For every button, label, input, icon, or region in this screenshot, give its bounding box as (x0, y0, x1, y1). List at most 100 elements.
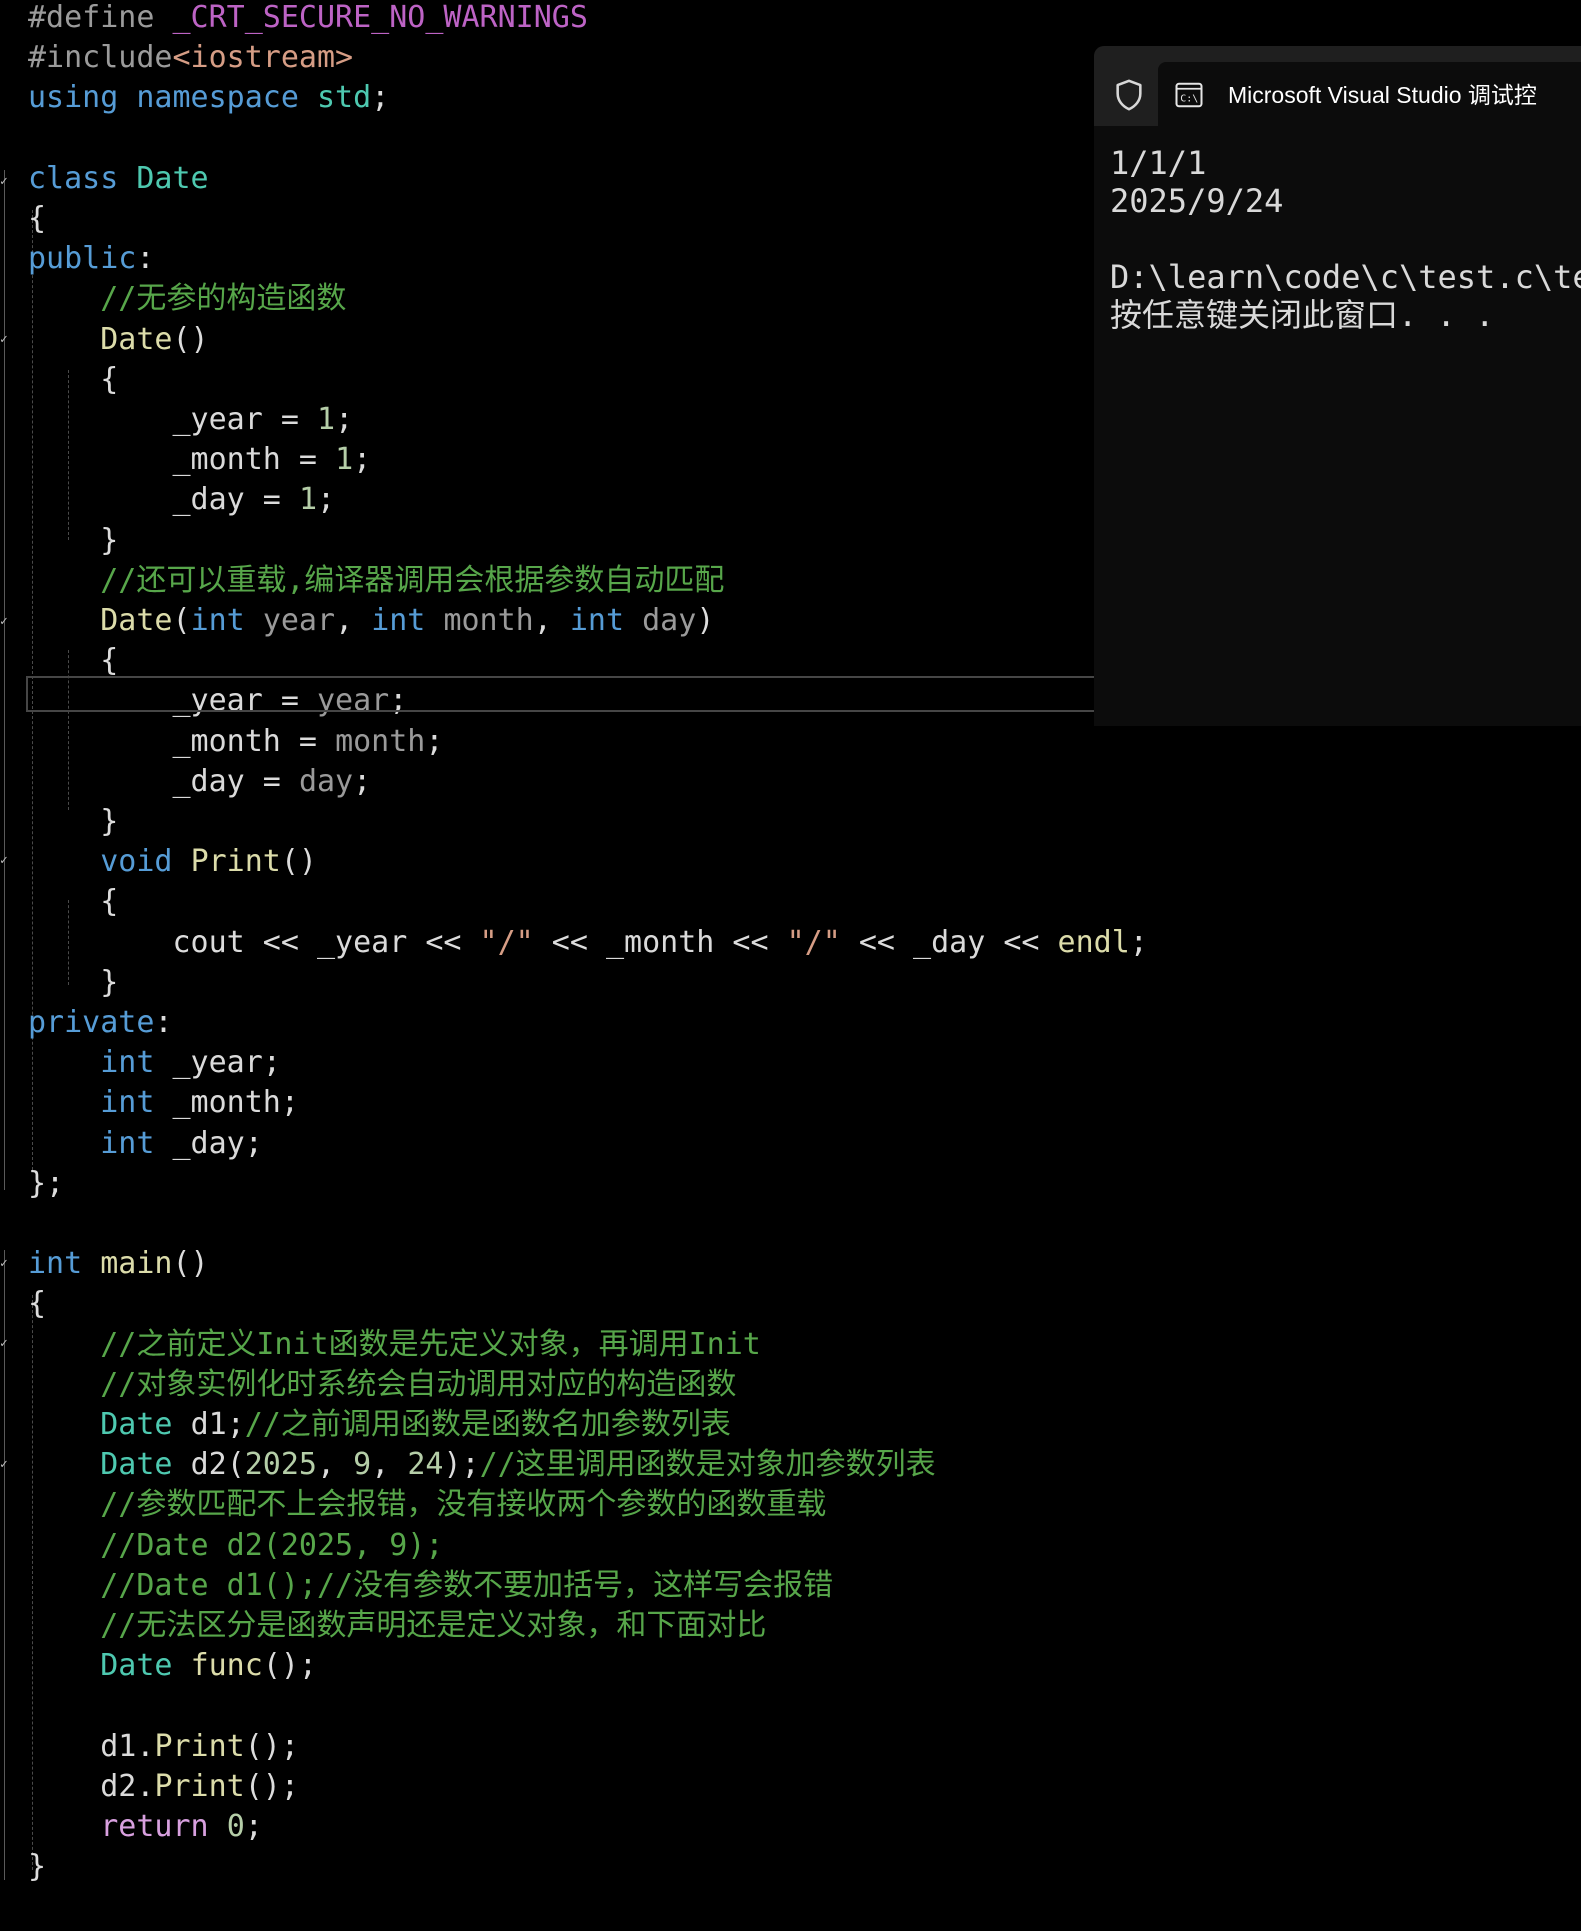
code-token: int (100, 1045, 173, 1081)
code-token: int (371, 603, 444, 638)
code-token: //参数匹配不上会报错，没有接收两个参数的函数重载 (28, 1487, 827, 1523)
code-line[interactable]: return 0; (28, 1807, 263, 1847)
fold-marker-icon[interactable]: ✓ (0, 854, 8, 868)
code-token: ; (1129, 924, 1148, 960)
code-line[interactable]: d2.Print(); (28, 1767, 299, 1807)
code-token: _month (172, 723, 281, 759)
code-line[interactable]: Date d2(2025, 9, 24);//这里调用函数是对象加参数列表 (28, 1445, 936, 1485)
code-line[interactable]: //还可以重载,编译器调用会根据参数自动匹配 (28, 561, 724, 601)
code-token: //这里调用函数是对象加参数列表 (479, 1447, 936, 1483)
console-output-line: 1/1/1 (1110, 144, 1207, 182)
code-token: d1 (190, 1407, 227, 1442)
code-line[interactable]: d1.Print(); (28, 1727, 299, 1767)
code-token: using (28, 80, 137, 116)
code-line[interactable]: //之前定义Init函数是先定义对象，再调用Init (28, 1325, 761, 1365)
code-line[interactable]: { (28, 360, 118, 400)
code-token: } (28, 964, 119, 1000)
code-token: _year (172, 402, 263, 437)
code-token: ; (335, 402, 354, 437)
code-token: = (244, 763, 299, 799)
code-line[interactable]: Date(int year, int month, int day) (28, 601, 714, 641)
code-line[interactable]: Date() (28, 320, 208, 360)
code-token: (); (244, 1728, 299, 1764)
code-token: ( (226, 1447, 245, 1483)
code-line[interactable]: _day = 1; (28, 480, 336, 520)
code-line[interactable]: _day = day; (28, 762, 372, 802)
code-token: _month (605, 924, 715, 960)
code-token: (); (262, 1648, 317, 1684)
code-token: int (569, 603, 643, 638)
console-titlebar[interactable]: C:\ Microsoft Visual Studio 调试控 (1094, 46, 1581, 126)
code-line[interactable]: //对象实例化时系统会自动调用对应的构造函数 (28, 1365, 736, 1405)
code-line[interactable]: #include<iostream> (28, 38, 353, 78)
code-line[interactable]: { (28, 199, 46, 239)
code-token: Date (100, 1648, 191, 1684)
code-line[interactable]: } (28, 802, 118, 842)
code-line[interactable]: int _month; (28, 1083, 299, 1123)
code-line[interactable]: //Date d2(2025, 9); (28, 1526, 443, 1566)
code-line[interactable]: _year = 1; (28, 400, 354, 440)
code-line[interactable]: Date func(); (28, 1646, 317, 1686)
code-token: << (407, 924, 480, 960)
code-token: public (28, 241, 137, 277)
code-token: day (298, 763, 354, 799)
code-line[interactable]: Date d1;//之前调用函数是函数名加参数列表 (28, 1405, 731, 1445)
code-line[interactable]: //Date d1();//没有参数不要加括号，这样写会报错 (28, 1566, 833, 1606)
code-token: main (100, 1246, 173, 1282)
code-token: ; (317, 482, 336, 518)
code-token: : (154, 1005, 173, 1040)
code-line[interactable]: int _year; (28, 1043, 281, 1083)
code-token: //之前定义Init函数是先定义对象，再调用Init (28, 1326, 761, 1362)
code-token: ; (280, 1085, 299, 1121)
code-line[interactable]: int main() (28, 1244, 209, 1284)
code-token: year (262, 603, 336, 638)
code-line[interactable]: public: (28, 239, 154, 279)
code-line[interactable]: #define _CRT_SECURE_NO_WARNINGS (28, 0, 588, 38)
code-line[interactable]: { (28, 882, 118, 922)
console-app-icon: C:\ (1175, 82, 1203, 108)
code-token: int (100, 1085, 173, 1121)
code-line[interactable]: } (28, 521, 118, 561)
code-token: << (533, 924, 606, 960)
code-line[interactable]: } (28, 963, 118, 1003)
code-token: Date (100, 603, 173, 638)
code-token: Date (136, 160, 209, 196)
fold-marker-icon[interactable]: ✓ (0, 1337, 8, 1351)
code-token: std (317, 80, 372, 116)
code-line[interactable]: }; (28, 1164, 64, 1204)
code-token: ; (262, 1045, 281, 1081)
code-line[interactable]: //无法区分是函数声明还是定义对象，和下面对比 (28, 1606, 766, 1646)
code-line[interactable]: cout << _year << "/" << _month << "/" <<… (28, 923, 1148, 963)
code-line[interactable]: class Date (28, 159, 209, 199)
code-token: //Date d1();//没有参数不要加括号，这样写会报错 (28, 1567, 834, 1603)
code-line[interactable]: _month = month; (28, 722, 444, 762)
code-line[interactable]: //参数匹配不上会报错，没有接收两个参数的函数重载 (28, 1485, 826, 1525)
code-line[interactable]: { (28, 1284, 46, 1324)
fold-marker-icon[interactable]: ✓ (0, 175, 8, 189)
console-output-line: D:\learn\code\c\test.c\te (1110, 258, 1581, 296)
code-token: void (100, 844, 191, 880)
code-line[interactable]: int _day; (28, 1124, 263, 1164)
fold-marker-icon[interactable]: ✓ (0, 1257, 8, 1271)
debug-console-window[interactable]: C:\ Microsoft Visual Studio 调试控 1/1/1 20… (1094, 46, 1581, 726)
code-token: day (642, 603, 697, 638)
code-line[interactable]: private: (28, 1003, 173, 1043)
fold-marker-icon[interactable]: ✓ (0, 333, 8, 347)
code-line[interactable]: using namespace std; (28, 78, 389, 118)
shield-icon (1116, 79, 1142, 111)
code-token: ; (353, 442, 372, 478)
code-line[interactable]: _month = 1; (28, 440, 372, 480)
code-token: : (136, 241, 155, 277)
code-token: ; (244, 1809, 263, 1844)
fold-marker-icon[interactable]: ✓ (0, 1458, 8, 1472)
code-line[interactable]: void Print() (28, 842, 317, 882)
code-line[interactable]: } (28, 1847, 46, 1887)
code-token: _day (913, 924, 986, 960)
fold-marker-icon[interactable]: ✓ (0, 615, 8, 629)
code-token: ); (443, 1447, 480, 1483)
code-line[interactable]: //无参的构造函数 (28, 279, 346, 319)
